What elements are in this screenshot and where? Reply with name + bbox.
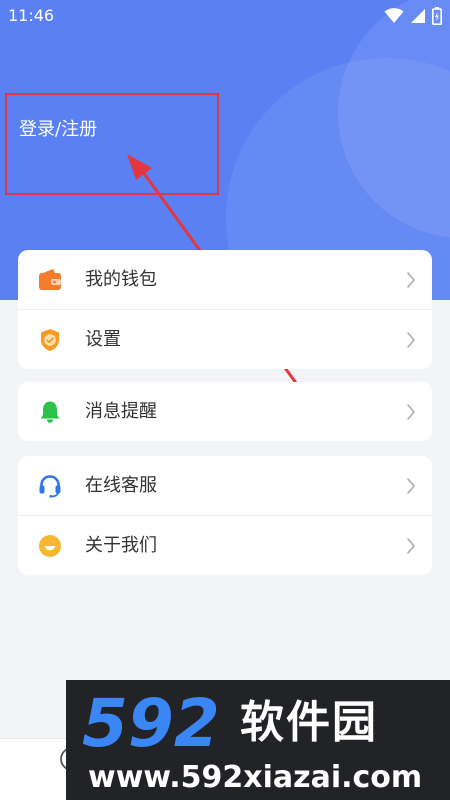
battery-icon <box>432 7 442 25</box>
login-register-label: 登录/注册 <box>19 119 98 140</box>
chevron-right-icon <box>407 478 415 494</box>
watermark-overlay: 592 软件园 www.592xiazai.com <box>66 680 450 800</box>
settings-badge-icon <box>41 329 59 351</box>
menu-item-label: 我的钱包 <box>85 269 157 290</box>
signal-icon <box>411 9 425 23</box>
status-time: 11:46 <box>8 6 55 25</box>
menu-item-settings[interactable]: 设置 <box>18 309 432 369</box>
chevron-right-icon <box>407 272 415 288</box>
chevron-right-icon <box>407 404 415 420</box>
smile-icon <box>39 535 61 557</box>
menu-item-label: 消息提醒 <box>85 401 157 422</box>
menu-item-label: 设置 <box>85 329 121 350</box>
wallet-icon <box>39 269 61 290</box>
menu-item-about-us[interactable]: 关于我们 <box>18 515 432 575</box>
login-register-button[interactable] <box>5 93 219 195</box>
menu-item-label: 关于我们 <box>85 535 157 556</box>
menu-card-support: 在线客服 关于我们 <box>18 456 432 575</box>
svg-text:592: 592 <box>82 688 220 758</box>
menu-item-wallet[interactable]: 我的钱包 <box>18 250 432 309</box>
menu-item-customer-service[interactable]: 在线客服 <box>18 456 432 515</box>
menu-item-notifications[interactable]: 消息提醒 <box>18 382 432 441</box>
headset-icon <box>39 475 61 498</box>
bell-icon <box>40 401 60 423</box>
menu-card-notifications: 消息提醒 <box>18 382 432 441</box>
chevron-right-icon <box>407 332 415 348</box>
watermark-brand: 软件园 <box>240 697 378 748</box>
status-icons <box>384 6 442 26</box>
status-bar: 11:46 <box>0 0 450 32</box>
watermark-url: www.592xiazai.com <box>88 760 423 795</box>
wifi-icon <box>384 8 404 23</box>
menu-item-label: 在线客服 <box>85 475 157 496</box>
chevron-right-icon <box>407 538 415 554</box>
menu-card-primary: 我的钱包 设置 <box>18 250 432 369</box>
